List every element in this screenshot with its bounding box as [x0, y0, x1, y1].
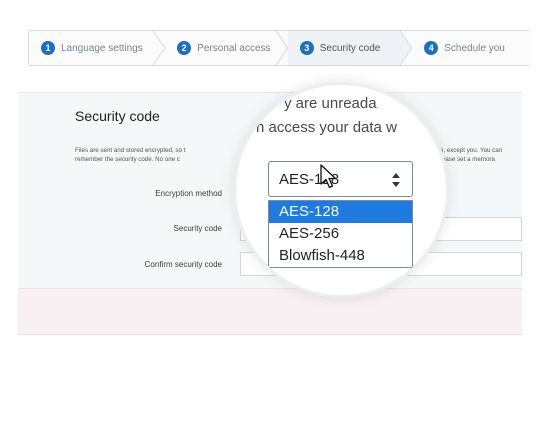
- step-language-settings[interactable]: 1 Language settings: [29, 31, 166, 65]
- encryption-method-label: Encryption method: [155, 189, 222, 198]
- step-number: 3: [299, 41, 314, 55]
- up-down-arrows-icon: [392, 173, 400, 187]
- magnified-text: n access your data w: [256, 119, 397, 136]
- step-label: Language settings: [61, 42, 143, 54]
- step-number: 2: [177, 41, 192, 55]
- magnifier-callout: y are unreada n access your data w AES-1…: [233, 82, 449, 298]
- mouse-cursor-icon: [320, 164, 337, 189]
- encryption-method-select[interactable]: AES-128: [268, 161, 413, 197]
- encryption-options-list: AES-128 AES-256 Blowfish-448: [268, 200, 413, 268]
- step-label: Security code: [319, 42, 381, 54]
- step-label: Personal access: [197, 42, 271, 54]
- wizard-stepper: 1 Language settings 2 Personal access 3 …: [28, 30, 529, 66]
- step-security-code[interactable]: 3 Security code: [287, 31, 414, 65]
- security-code-label: Security code: [173, 224, 222, 233]
- panel-footer: [18, 288, 522, 335]
- option-blowfish-448[interactable]: Blowfish-448: [269, 245, 412, 267]
- description-text-right: one, except you. You can . Please set a …: [433, 146, 533, 164]
- step-label: Schedule you: [444, 42, 505, 54]
- option-aes-256[interactable]: AES-256: [269, 223, 412, 245]
- description-line: . Please set a memora: [433, 156, 495, 163]
- chevron-right-icon: [275, 31, 289, 65]
- step-schedule[interactable]: 4 Schedule you: [412, 31, 529, 65]
- magnified-text: y are unreada: [284, 95, 377, 112]
- step-number: 4: [424, 41, 439, 55]
- step-personal-access[interactable]: 2 Personal access: [165, 31, 289, 65]
- step-number: 1: [41, 41, 55, 55]
- chevron-right-icon: [152, 31, 166, 65]
- description-line: one, except you. You can: [433, 147, 503, 154]
- page-title: Security code: [75, 108, 160, 124]
- confirm-security-code-label: Confirm security code: [144, 260, 222, 269]
- chevron-right-icon: [399, 31, 414, 65]
- option-aes-128[interactable]: AES-128: [269, 201, 412, 223]
